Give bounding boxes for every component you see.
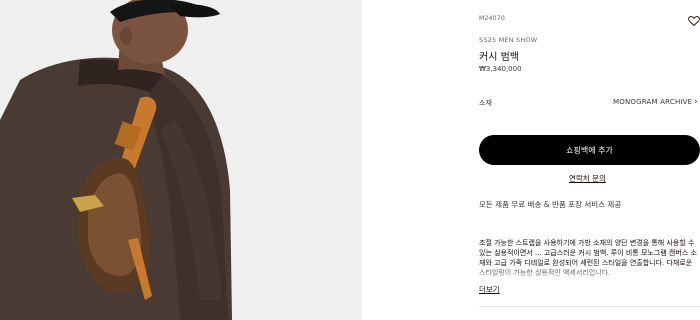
contact-link[interactable]: 연락처 문의 xyxy=(569,173,606,184)
material-selector[interactable]: 소재 MONOGRAM ARCHIVE › xyxy=(479,97,700,110)
product-price: ₩3,340,000 xyxy=(479,65,522,73)
product-sku: M24070 xyxy=(479,15,506,22)
wishlist-heart-icon[interactable] xyxy=(688,12,700,27)
divider xyxy=(479,306,700,307)
shipping-note: 모든 제품 무료 배송 & 반품 포장 서비스 제공 xyxy=(479,200,622,209)
model-with-bumbag-image xyxy=(0,0,362,320)
product-collection: SS25 MEN SHOW xyxy=(479,36,538,44)
product-photo xyxy=(0,0,362,320)
product-description: 조절 가능한 스트랩을 사용하기에 가방 소재의 양단 변경을 통해 사용할 수… xyxy=(479,238,700,282)
material-label: 소재 xyxy=(479,99,492,107)
product-name: 커시 범백 xyxy=(479,52,519,63)
material-value: MONOGRAM ARCHIVE xyxy=(613,98,693,106)
chevron-right-icon: › xyxy=(694,97,698,107)
more-link[interactable]: 더보기 xyxy=(479,284,500,295)
add-to-cart-button[interactable]: 쇼핑백에 추가 xyxy=(479,135,700,165)
